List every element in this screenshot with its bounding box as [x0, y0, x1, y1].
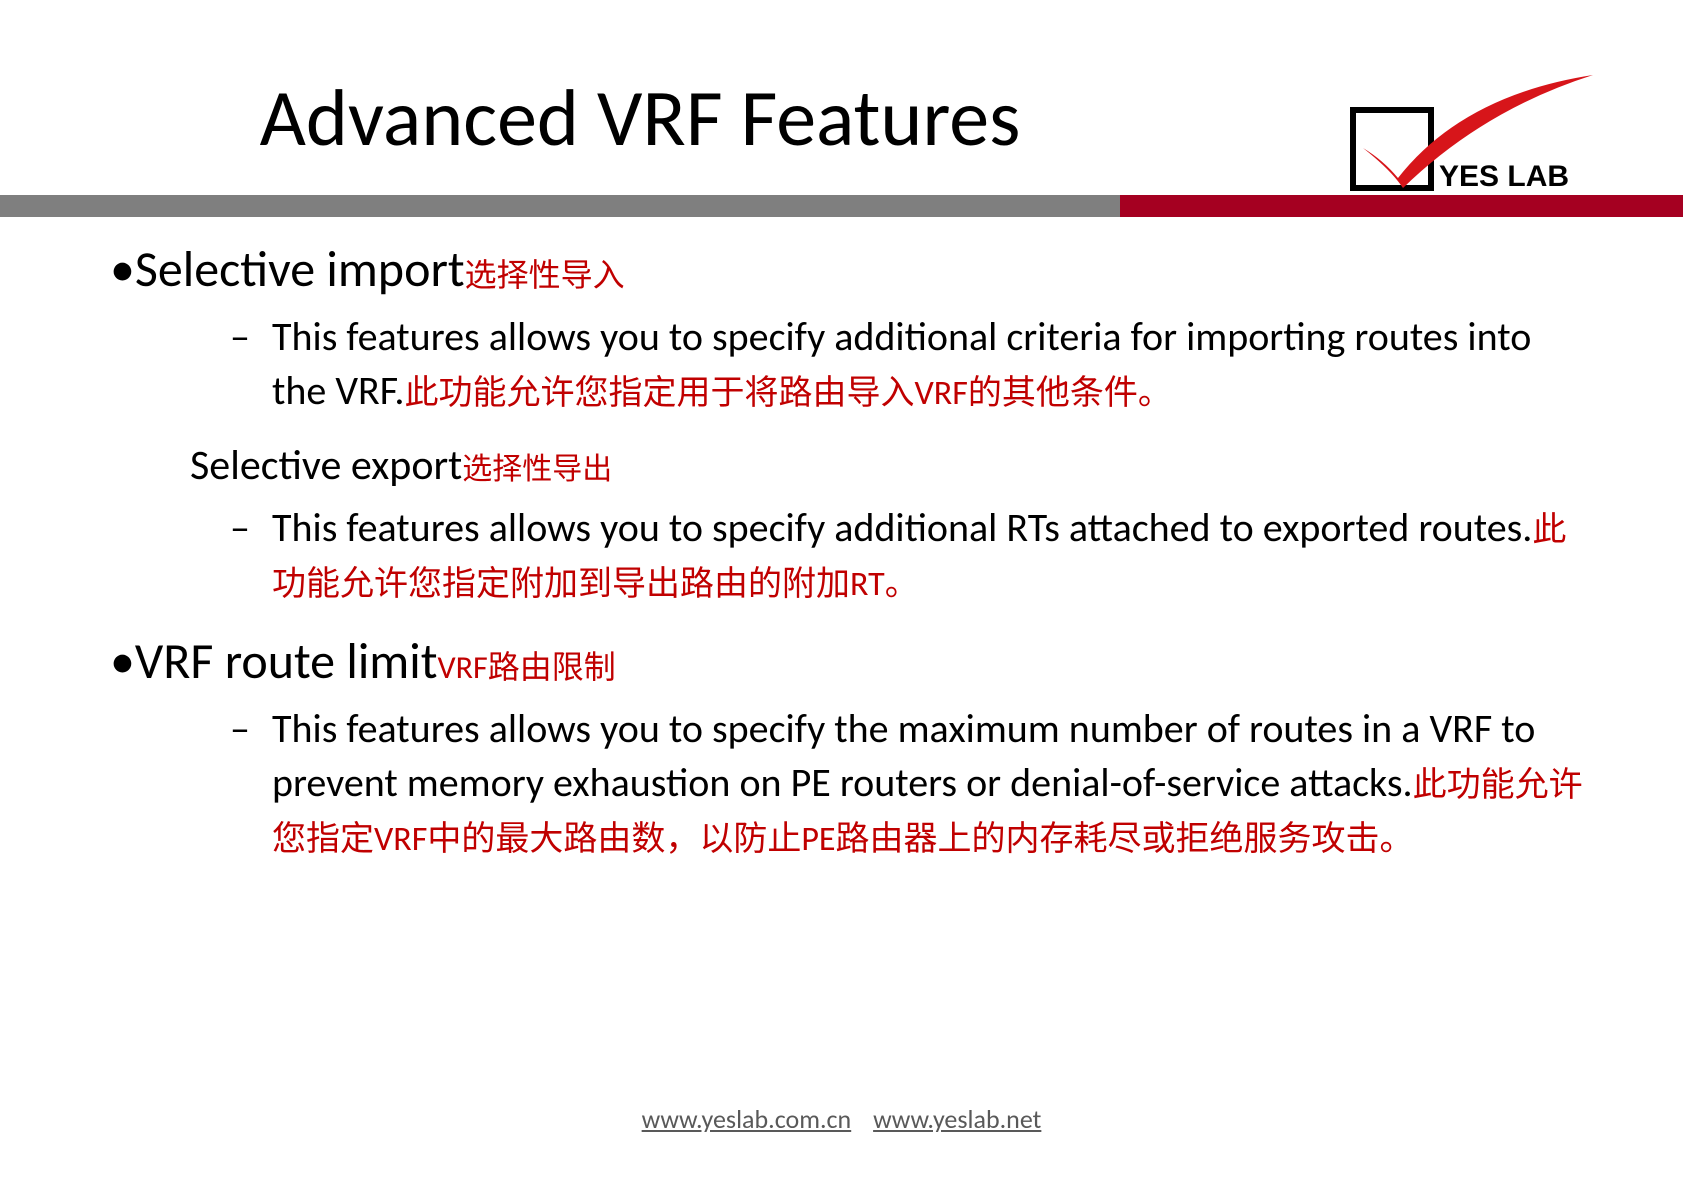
bullet-vrf-route-limit: •VRF route limitVRF路由限制	[110, 631, 1590, 692]
bullet-label-zh: 选择性导入	[465, 256, 625, 295]
bullet-selective-import: •Selective import选择性导入	[110, 239, 1590, 300]
sub-item: – This features allows you to specify th…	[230, 702, 1590, 864]
mid-label-en: Selective export	[190, 440, 462, 491]
sub-text-zh: 此功能允许您指定用于将路由导入VRF的其他条件。	[404, 373, 1171, 414]
logo: YES LAB	[1343, 70, 1623, 210]
label-selective-export: Selective export选择性导出	[190, 440, 1590, 491]
footer: www.yeslab.com.cn www.yeslab.net	[0, 1103, 1683, 1135]
bullet-label-en: Selective import	[135, 239, 465, 300]
sub-text-en: This features allows you to specify the …	[272, 704, 1535, 807]
sub-item: – This features allows you to specify ad…	[230, 501, 1590, 609]
bullet-label-zh: VRF路由限制	[437, 648, 615, 687]
footer-link-2[interactable]: www.yeslab.net	[873, 1103, 1041, 1135]
footer-link-1[interactable]: www.yeslab.com.cn	[642, 1103, 852, 1135]
bullet-label-en: VRF route limit	[135, 631, 438, 692]
divider-gray	[0, 195, 1120, 217]
sub-item: – This features allows you to specify ad…	[230, 310, 1590, 418]
slide: Advanced VRF Features YES LAB •Selective…	[0, 0, 1683, 1190]
content-area: •Selective import选择性导入 – This features a…	[110, 235, 1590, 874]
sub-text-en: This features allows you to specify addi…	[272, 503, 1532, 552]
mid-label-zh: 选择性导出	[462, 451, 612, 488]
logo-text: YES LAB	[1439, 160, 1569, 193]
divider-red	[1120, 195, 1683, 217]
slide-title: Advanced VRF Features	[0, 70, 1280, 167]
